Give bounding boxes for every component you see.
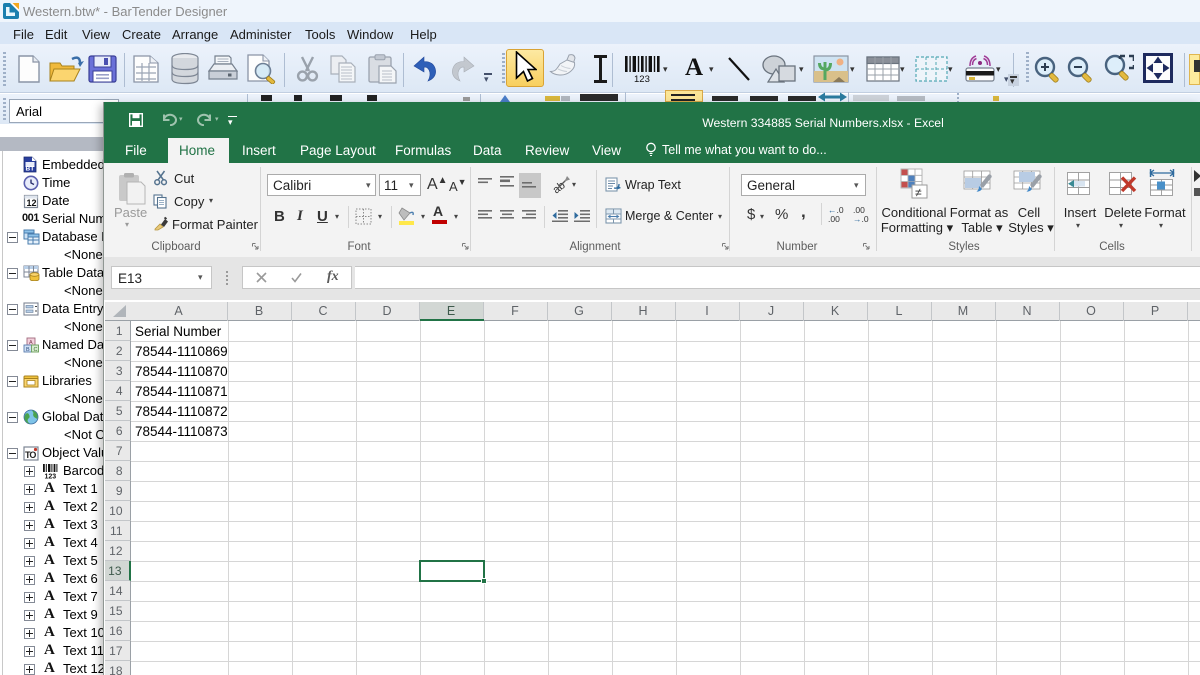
svg-text:C: C xyxy=(34,347,38,353)
svg-text:BT: BT xyxy=(26,166,35,173)
svg-text:12: 12 xyxy=(27,198,37,208)
svg-text:A: A xyxy=(29,340,33,346)
svg-text:≠: ≠ xyxy=(915,186,922,200)
svg-text:123: 123 xyxy=(634,74,650,83)
svg-text:B: B xyxy=(26,347,30,353)
svg-text:123: 123 xyxy=(45,474,57,480)
svg-text:TO: TO xyxy=(25,450,36,460)
